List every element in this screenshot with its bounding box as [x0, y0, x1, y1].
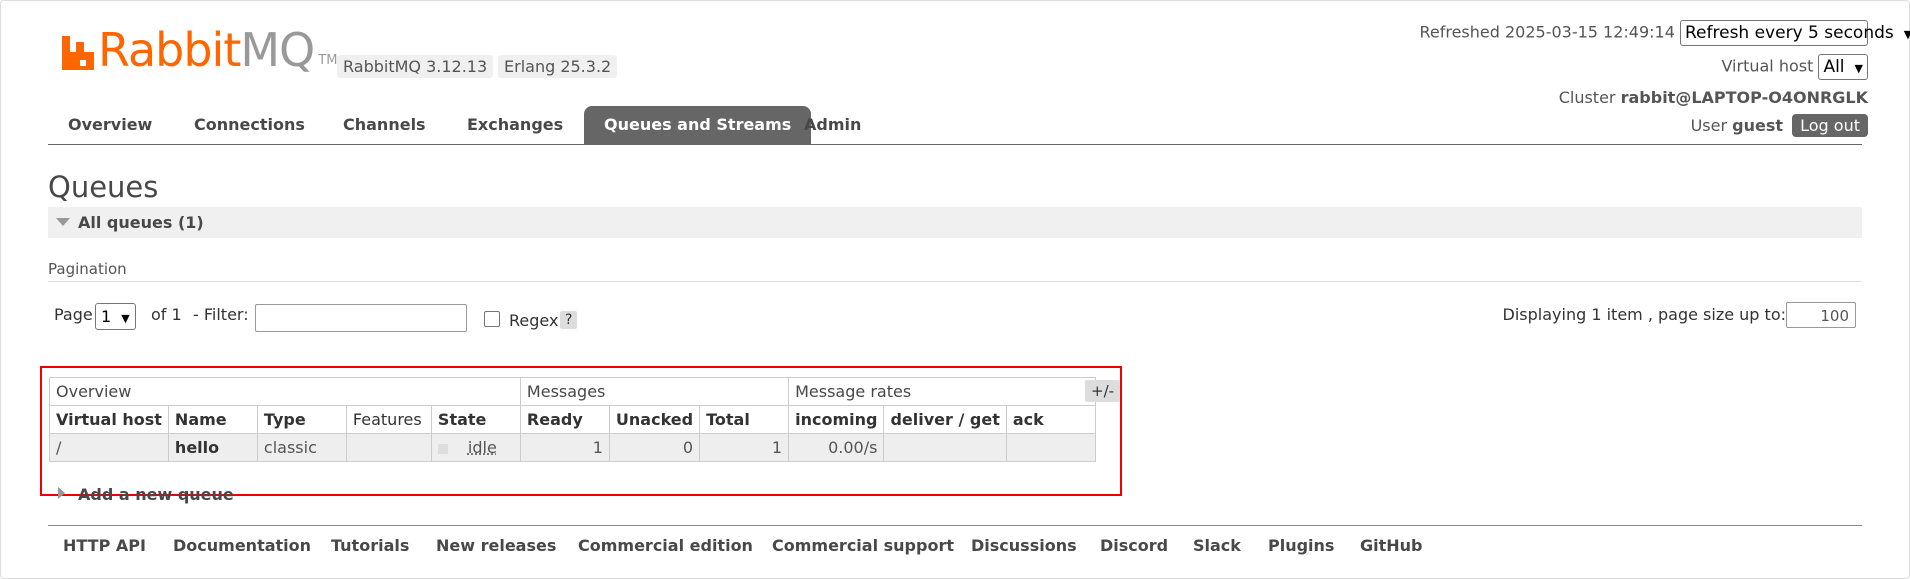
footer-link-http-api[interactable]: HTTP API [63, 536, 146, 555]
cell-deliver-get [883, 433, 1007, 462]
rabbitmq-logo[interactable]: RabbitMQ TM [62, 27, 338, 73]
regex-help-button[interactable]: ? [560, 311, 578, 329]
all-queues-label: All queues (1) [78, 213, 204, 232]
displaying-info: Displaying 1 item , page size up to: [1502, 305, 1786, 324]
main-nav-tabs: Overview Connections Channels Exchanges … [48, 106, 1862, 145]
cluster-name: rabbit@LAPTOP-O4ONRGLK [1620, 88, 1868, 107]
logo-text-rabbit: Rabbit [98, 23, 241, 77]
rabbitmq-logo-icon [62, 36, 94, 70]
page-select[interactable]: 1 ▼ [95, 303, 136, 330]
tab-queues-and-streams[interactable]: Queues and Streams [584, 106, 812, 144]
pagination-heading: Pagination [48, 260, 127, 278]
cell-features [345, 433, 432, 462]
vhost-select[interactable]: All ▼ [1818, 54, 1868, 80]
footer-link-plugins[interactable]: Plugins [1268, 536, 1334, 555]
column-name[interactable]: Name [167, 405, 258, 434]
column-unacked[interactable]: Unacked [608, 405, 701, 434]
column-deliver-get[interactable]: deliver / get [883, 405, 1007, 434]
group-overview: Overview [49, 377, 521, 406]
column-type[interactable]: Type [256, 405, 347, 434]
page-label: Page [54, 305, 93, 324]
regex-checkbox[interactable] [484, 311, 500, 327]
footer-link-documentation[interactable]: Documentation [173, 536, 311, 555]
cell-ack [1005, 433, 1096, 462]
tab-connections[interactable]: Connections [174, 106, 325, 144]
footer-link-commercial-edition[interactable]: Commercial edition [578, 536, 753, 555]
column-virtual-host[interactable]: Virtual host [49, 405, 169, 434]
column-features[interactable]: Features [345, 405, 432, 434]
triangle-down-icon [56, 218, 70, 226]
filter-label: - Filter: [193, 305, 249, 324]
vhost-selector: Virtual host All ▼ [1721, 54, 1868, 80]
cell-state: idle [430, 433, 521, 462]
footer-links: HTTP API Documentation Tutorials New rel… [48, 525, 1862, 566]
regex-label: Regex [509, 311, 559, 330]
cluster-info: Cluster rabbit@LAPTOP-O4ONRGLK [1559, 88, 1868, 107]
cell-ready: 1 [519, 433, 610, 462]
add-queue-toggle[interactable]: Add a new queue [58, 485, 234, 504]
queue-name-link[interactable]: hello [167, 433, 258, 462]
state-label: idle [467, 438, 497, 457]
all-queues-section-toggle[interactable]: All queues (1) [48, 207, 1862, 238]
column-ack[interactable]: ack [1005, 405, 1096, 434]
refreshed-timestamp: Refreshed 2025-03-15 12:49:14 [1419, 22, 1675, 42]
chevron-down-icon: ▼ [1903, 28, 1910, 41]
cell-total: 1 [699, 433, 790, 462]
footer-link-discord[interactable]: Discord [1100, 536, 1168, 555]
column-incoming[interactable]: incoming [788, 405, 885, 434]
footer-link-discussions[interactable]: Discussions [971, 536, 1077, 555]
column-state[interactable]: State [430, 405, 521, 434]
group-messages: Messages [519, 377, 790, 406]
cell-unacked: 0 [608, 433, 701, 462]
footer-link-tutorials[interactable]: Tutorials [331, 536, 409, 555]
page-of-label: of 1 [151, 305, 182, 324]
queues-table: Overview Messages Message rates Virtual … [49, 377, 1096, 462]
group-message-rates: Message rates [788, 377, 1096, 406]
chevron-down-icon: ▼ [121, 312, 130, 325]
erlang-version-badge: Erlang 25.3.2 [498, 55, 618, 78]
refresh-status: Refreshed 2025-03-15 12:49:14 Refresh ev… [1419, 20, 1910, 46]
divider [48, 281, 1862, 282]
logo-trademark: TM [318, 53, 338, 68]
cell-vhost: / [49, 433, 169, 462]
table-row: / hello classic idle 1 0 1 0.00/s [49, 433, 1096, 462]
footer-link-slack[interactable]: Slack [1193, 536, 1241, 555]
triangle-right-icon [58, 487, 65, 499]
tab-admin[interactable]: Admin [784, 106, 881, 144]
column-toggle-button[interactable]: +/- [1085, 380, 1121, 402]
page-title: Queues [48, 170, 159, 204]
rabbitmq-version-badge: RabbitMQ 3.12.13 [337, 55, 494, 78]
tab-overview[interactable]: Overview [48, 106, 172, 144]
state-indicator-icon [437, 443, 448, 454]
column-ready[interactable]: Ready [519, 405, 610, 434]
footer-link-commercial-support[interactable]: Commercial support [772, 536, 954, 555]
filter-input[interactable] [255, 304, 467, 332]
cluster-label: Cluster [1558, 88, 1616, 107]
logo-text-mq: MQ [240, 23, 315, 77]
cell-type: classic [256, 433, 347, 462]
refresh-interval-select[interactable]: Refresh every 5 seconds ▼ [1680, 20, 1910, 46]
add-queue-label: Add a new queue [78, 485, 234, 504]
footer-link-github[interactable]: GitHub [1360, 536, 1423, 555]
column-total[interactable]: Total [699, 405, 790, 434]
cell-incoming: 0.00/s [788, 433, 885, 462]
footer-link-new-releases[interactable]: New releases [436, 536, 556, 555]
tab-channels[interactable]: Channels [323, 106, 446, 144]
vhost-label: Virtual host [1721, 56, 1814, 76]
tab-exchanges[interactable]: Exchanges [447, 106, 583, 144]
page-size-input[interactable]: 100 [1786, 302, 1856, 328]
chevron-down-icon: ▼ [1854, 62, 1863, 75]
